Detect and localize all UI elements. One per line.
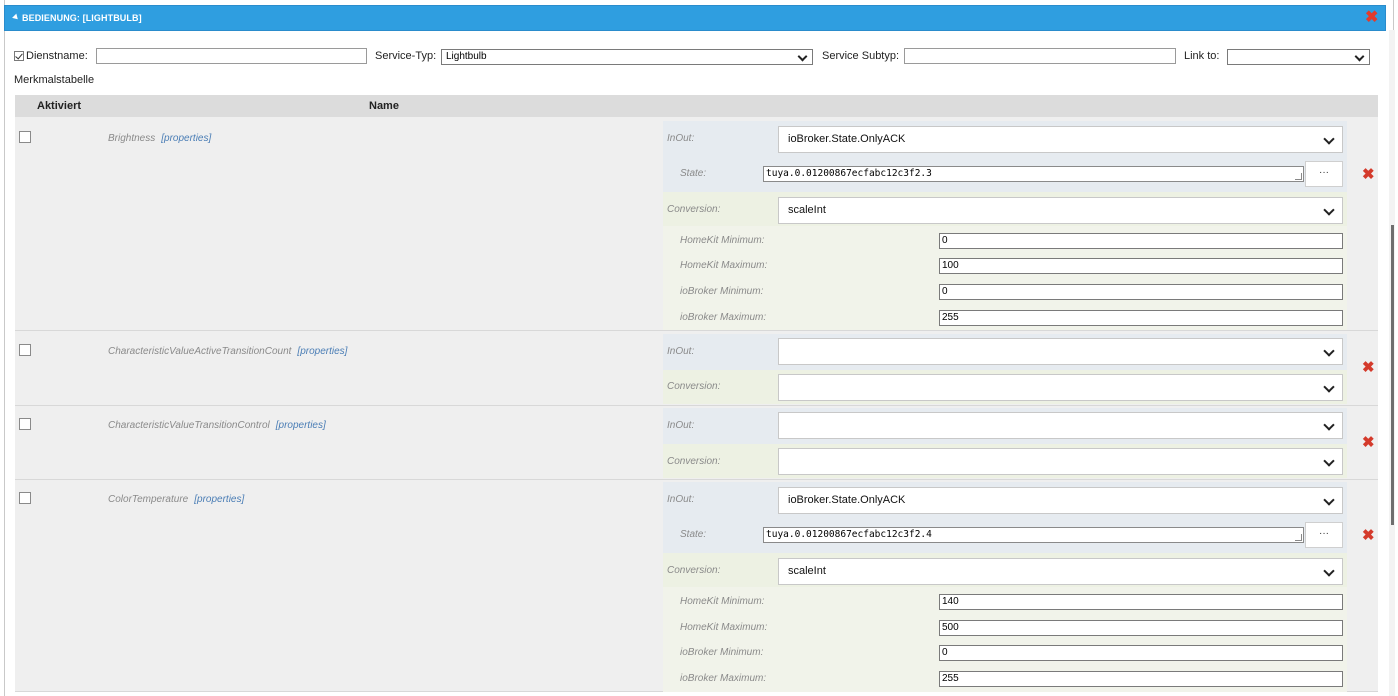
delete-icon[interactable]: ✖ [1362,167,1375,182]
link-to-select[interactable] [1227,49,1370,65]
inout-select[interactable]: ioBroker.State.OnlyACK [778,126,1343,153]
iob-max-input[interactable]: 255 [939,671,1343,687]
hk-max-label: HomeKit Maximum: [680,622,768,633]
conversion-select[interactable]: scaleInt [778,558,1343,585]
properties-link[interactable]: [properties] [276,420,326,431]
conversion-select[interactable] [778,374,1343,401]
state-picker-button[interactable]: ··· [1305,522,1343,548]
conversion-select[interactable] [778,448,1343,475]
link-to-label: Link to: [1184,50,1220,62]
iob-min-input[interactable]: 0 [939,284,1343,300]
inout-label: InOut: [667,420,695,431]
resize-handle-icon[interactable] [1295,534,1302,541]
properties-link[interactable]: [properties] [161,133,211,144]
collapse-triangle-icon[interactable] [12,13,20,22]
inout-label: InOut: [667,494,695,505]
row-name: Brightness [properties] [108,133,212,144]
service-typ-select[interactable]: Lightbulb [441,49,813,65]
hk-min-input[interactable]: 140 [939,594,1343,610]
table-header: Aktiviert Name [15,95,1378,117]
chevron-down-icon [1354,51,1365,62]
state-picker-button[interactable]: ··· [1305,161,1343,187]
row-name: CharacteristicValueActiveTransitionCount… [108,346,348,357]
hk-max-label: HomeKit Maximum: [680,260,768,271]
properties-link[interactable]: [properties] [297,346,347,357]
inout-select[interactable]: ioBroker.State.OnlyACK [778,487,1343,514]
service-subtyp-input[interactable] [904,48,1176,64]
row-name: ColorTemperature [properties] [108,494,245,505]
inout-select[interactable] [778,412,1343,439]
row-name: CharacteristicValueTransitionControl [pro… [108,420,326,431]
resize-handle-icon[interactable] [1295,173,1302,180]
chevron-down-icon [1323,204,1335,216]
conversion-select[interactable]: scaleInt [778,197,1343,224]
iob-max-input[interactable]: 255 [939,310,1343,326]
chevron-down-icon [797,51,808,62]
hk-min-label: HomeKit Minimum: [680,596,765,607]
delete-icon[interactable]: ✖ [1362,360,1375,375]
iob-min-input[interactable]: 0 [939,645,1343,661]
hk-max-input[interactable]: 500 [939,620,1343,636]
hk-min-label: HomeKit Minimum: [680,235,765,246]
state-label: State: [680,529,707,540]
delete-icon[interactable]: ✖ [1362,435,1375,450]
inout-label: InOut: [667,346,695,357]
hk-max-input[interactable]: 100 [939,258,1343,274]
row-aktiviert-checkbox[interactable] [19,492,31,504]
col-aktiviert: Aktiviert [37,100,82,112]
row-aktiviert-checkbox[interactable] [19,344,31,356]
iob-min-label: ioBroker Minimum: [680,286,764,297]
dienstname-input[interactable] [96,48,367,64]
row-aktiviert-checkbox[interactable] [19,131,31,143]
iob-min-label: ioBroker Minimum: [680,647,764,658]
inout-label: InOut: [667,133,695,144]
close-icon[interactable]: ✖ [1365,10,1378,26]
iob-max-label: ioBroker Maximum: [680,673,767,684]
dienstname-checkbox[interactable] [14,51,24,61]
conversion-label: Conversion: [667,456,721,467]
conversion-label: Conversion: [667,565,721,576]
row-aktiviert-checkbox[interactable] [19,418,31,430]
inout-select[interactable] [778,338,1343,365]
conversion-label: Conversion: [667,381,721,392]
iob-max-label: ioBroker Maximum: [680,312,767,323]
state-input[interactable]: tuya.0.01200867ecfabc12c3f2.4 [763,527,1304,543]
col-name: Name [369,100,399,112]
service-typ-value: Lightbulb [446,51,487,62]
chevron-down-icon [1323,419,1335,431]
panel-header[interactable]: BEDIENUNG: [LIGHTBULB] ✖ [4,5,1386,31]
chevron-down-icon [1323,565,1335,577]
state-label: State: [680,168,707,179]
chevron-down-icon [1323,133,1335,145]
panel-title: BEDIENUNG: [LIGHTBULB] [22,13,142,23]
merkmalstabelle-label: Merkmalstabelle [14,74,95,86]
chevron-down-icon [1323,455,1335,467]
dienstname-label: Dienstname: [26,50,88,62]
service-typ-label: Service-Typ: [375,50,437,62]
chevron-down-icon [1323,381,1335,393]
chevron-down-icon [1323,345,1335,357]
service-subtyp-label: Service Subtyp: [822,50,900,62]
hk-min-input[interactable]: 0 [939,233,1343,249]
state-input[interactable]: tuya.0.01200867ecfabc12c3f2.3 [763,166,1304,182]
conversion-label: Conversion: [667,204,721,215]
properties-link[interactable]: [properties] [194,494,244,505]
scrollbar-thumb[interactable] [1391,225,1394,525]
delete-icon[interactable]: ✖ [1362,528,1375,543]
chevron-down-icon [1323,494,1335,506]
